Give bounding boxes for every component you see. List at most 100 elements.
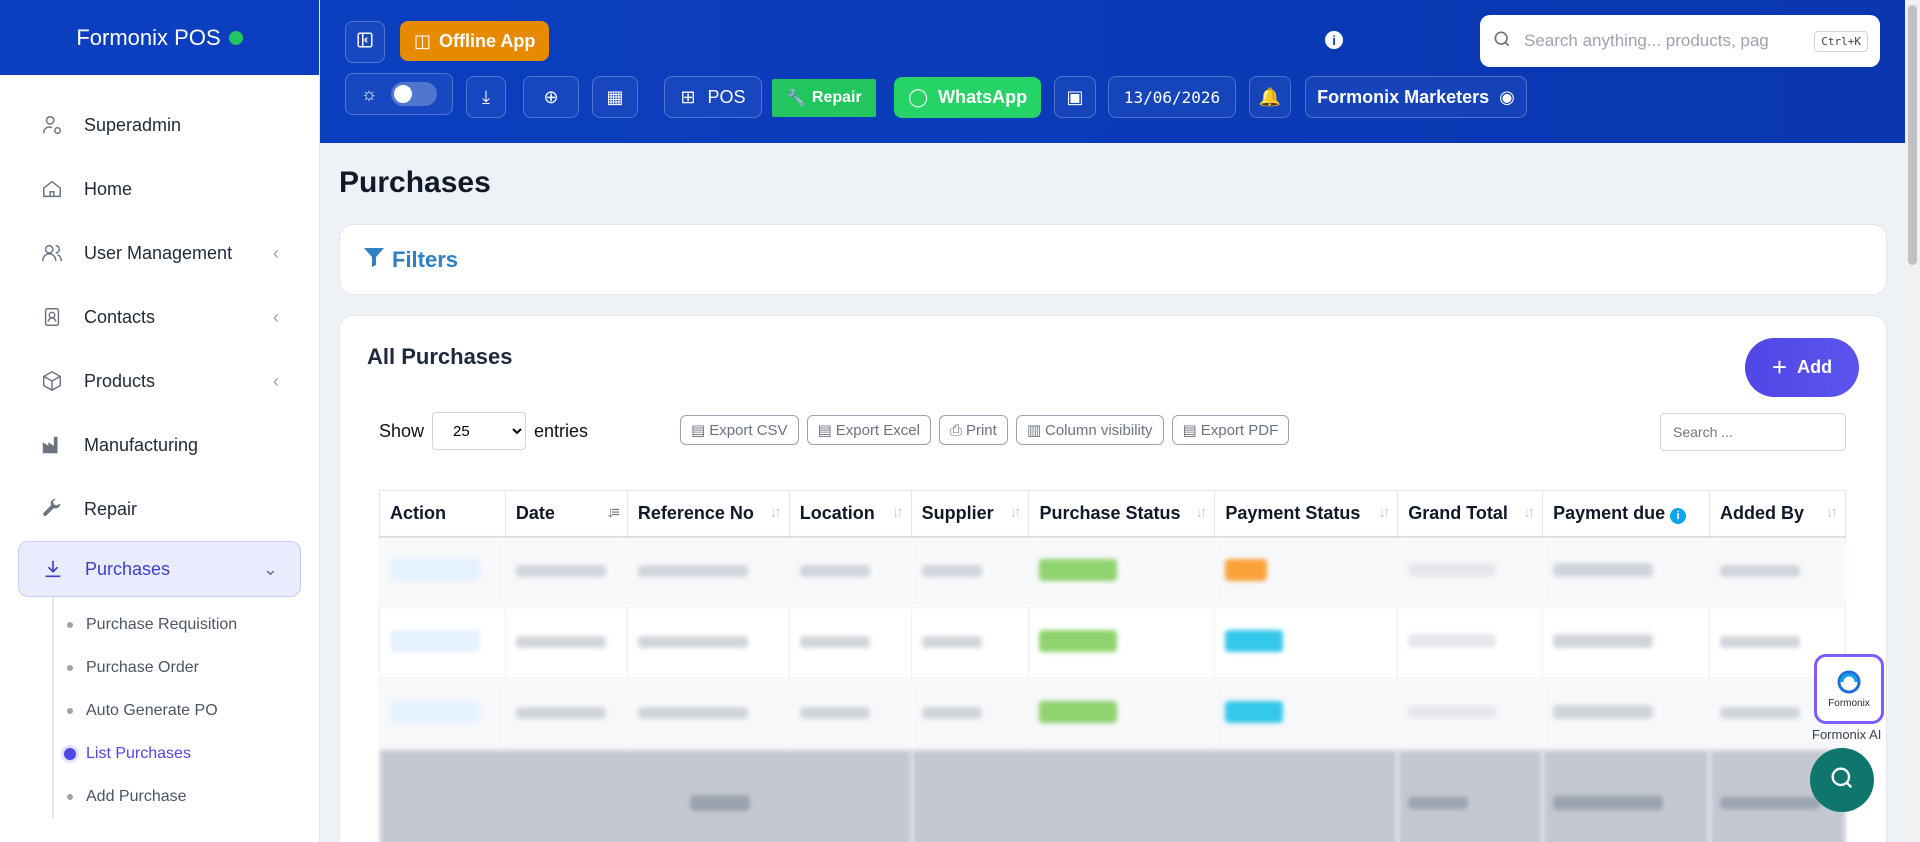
money-icon: ▣ — [1066, 86, 1084, 107]
redacted-text — [637, 706, 748, 719]
submenu-purchase-requisition[interactable]: Purchase Requisition — [54, 603, 319, 646]
sidebar: Formonix POS Superadmin Home User Manage… — [0, 0, 320, 842]
filter-icon — [362, 245, 386, 275]
submenu-purchase-order[interactable]: Purchase Order — [54, 646, 319, 689]
sort-icon: ↓↑ — [1826, 504, 1838, 521]
column-header-payment-due: Payment due i — [1542, 490, 1710, 538]
sort-icon: ↓↑ — [1378, 504, 1390, 521]
info-icon[interactable]: i — [1325, 31, 1343, 49]
page-size-control: Show 25 entries — [379, 412, 588, 450]
column-header-reference[interactable]: Reference No ↓↑ — [626, 490, 790, 538]
redacted-text — [1720, 564, 1800, 577]
offline-app-button[interactable]: ◫ Offline App — [400, 21, 550, 61]
print-button[interactable]: ⎙ Print — [938, 415, 1008, 445]
sidebar-item-repair[interactable]: Repair — [0, 477, 319, 541]
offline-app-label: Offline App — [439, 30, 536, 51]
global-search[interactable]: Ctrl+K — [1480, 15, 1880, 67]
table-cell — [379, 607, 506, 679]
theme-toggle[interactable]: ☼ — [345, 73, 453, 115]
date-display: 13/06/2026 — [1108, 76, 1236, 118]
redacted-text — [921, 564, 982, 577]
cash-register-button[interactable]: ▣ — [1054, 76, 1096, 118]
table-cell — [504, 536, 628, 608]
sidebar-collapse-icon — [356, 31, 374, 54]
export-csv-button[interactable]: ▤ Export CSV — [680, 415, 799, 445]
redacted-text — [921, 706, 982, 719]
column-label: Purchase Status — [1039, 502, 1181, 523]
column-header-action: Action — [379, 490, 506, 538]
submenu-auto-generate-po[interactable]: Auto Generate PO — [54, 689, 319, 732]
table-cell — [1397, 607, 1544, 679]
sidebar-item-superadmin[interactable]: Superadmin — [0, 93, 319, 157]
status-badge — [1039, 630, 1118, 652]
submenu-add-purchase[interactable]: Add Purchase — [54, 775, 319, 818]
wrench-icon: 🔧 — [786, 90, 806, 107]
user-menu-button[interactable]: Formonix Marketers ◉ — [1305, 76, 1527, 118]
repair-label: Repair — [811, 89, 862, 106]
actions-dropdown-placeholder[interactable] — [390, 559, 480, 582]
status-badge — [1225, 630, 1284, 652]
info-icon[interactable]: i — [1670, 507, 1687, 524]
formonix-ai-button[interactable]: Formonix — [1814, 654, 1884, 724]
calculator-button[interactable]: ▦ — [592, 76, 638, 118]
online-status-icon — [228, 30, 243, 45]
column-label: Payment due — [1553, 502, 1666, 523]
column-header-supplier[interactable]: Supplier ↓↑ — [910, 490, 1030, 538]
global-search-input[interactable] — [1524, 31, 1803, 51]
notifications-button[interactable]: 🔔 — [1249, 76, 1291, 118]
columns-icon: ▥ — [1026, 422, 1041, 439]
download-button[interactable]: ⤓ — [466, 76, 506, 118]
submenu-list-purchases[interactable]: List Purchases — [54, 732, 319, 775]
redacted-text — [921, 635, 982, 648]
total-cell — [1397, 749, 1544, 842]
pos-button[interactable]: ⊞ POS — [664, 76, 762, 118]
total-cell — [1542, 749, 1710, 842]
actions-dropdown-placeholder[interactable] — [390, 701, 480, 723]
export-pdf-button[interactable]: ▤ Export PDF — [1171, 415, 1290, 445]
sidebar-item-user-management[interactable]: User Management ‹ — [0, 221, 319, 285]
table-row[interactable] — [379, 536, 1846, 608]
ai-logo-text: Formonix — [1828, 698, 1870, 709]
add-circle-button[interactable]: ⊕ — [523, 76, 579, 118]
search-icon — [1828, 764, 1856, 797]
column-header-grand-total[interactable]: Grand Total ↓↑ — [1397, 490, 1544, 538]
search-fab[interactable] — [1810, 748, 1874, 812]
sidebar-item-manufacturing[interactable]: Manufacturing — [0, 413, 319, 477]
table-cell — [788, 678, 912, 750]
export-excel-button[interactable]: ▤ Export Excel — [806, 415, 931, 445]
column-header-purchase-status[interactable]: Purchase Status ↓↑ — [1028, 490, 1216, 538]
page-scrollbar[interactable] — [1905, 0, 1920, 842]
table-cell — [626, 536, 790, 608]
column-header-location[interactable]: Location ↓↑ — [788, 490, 912, 538]
scrollbar-thumb[interactable] — [1908, 5, 1917, 265]
table-search-input[interactable] — [1660, 413, 1846, 451]
add-purchase-button[interactable]: + Add — [1745, 338, 1859, 397]
table-cell — [626, 607, 790, 679]
sort-icon: ↓↑ — [891, 504, 904, 521]
actions-dropdown-placeholder[interactable] — [390, 630, 480, 652]
column-visibility-button[interactable]: ▥ Column visibility — [1015, 415, 1164, 445]
column-header-date[interactable]: Date ↓≡ — [504, 490, 628, 538]
table-row[interactable] — [379, 678, 1846, 750]
repair-button[interactable]: 🔧 Repair — [772, 79, 876, 117]
user-gear-icon — [40, 113, 64, 137]
sidebar-item-purchases[interactable]: Purchases ⌄ — [18, 541, 301, 597]
filters-panel[interactable]: Filters — [339, 224, 1887, 295]
redacted-text — [515, 635, 606, 648]
column-header-added-by[interactable]: Added By ↓↑ — [1709, 490, 1846, 538]
sidebar-item-label: Manufacturing — [84, 434, 199, 455]
table-row[interactable] — [379, 607, 1846, 679]
page-size-select[interactable]: 25 — [432, 412, 527, 450]
table-cell — [504, 678, 628, 750]
column-header-payment-status[interactable]: Payment Status ↓↑ — [1214, 490, 1399, 538]
redacted-text — [1553, 634, 1654, 648]
redacted-text — [1553, 705, 1654, 719]
plus-circle-icon: ⊕ — [543, 86, 559, 107]
sidebar-item-contacts[interactable]: Contacts ‹ — [0, 285, 319, 349]
sidebar-toggle-button[interactable] — [345, 21, 385, 63]
table-header-row: Action Date ↓≡ Reference No ↓↑ Location ↓↑ … — [379, 490, 1846, 538]
whatsapp-button[interactable]: ◯ WhatsApp — [894, 77, 1042, 118]
sidebar-item-products[interactable]: Products ‹ — [0, 349, 319, 413]
sidebar-item-home[interactable]: Home — [0, 157, 319, 221]
theme-switch[interactable] — [391, 82, 438, 106]
